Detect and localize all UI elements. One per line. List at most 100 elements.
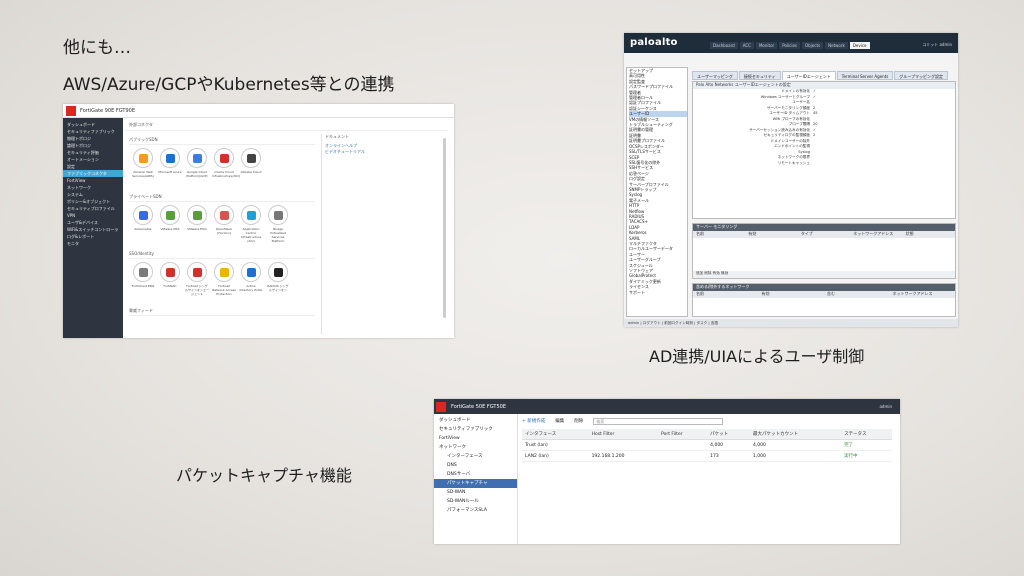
tab-objects[interactable]: Objects [801,42,824,49]
column-header: 有効 [761,291,770,296]
sidebar-item[interactable]: VPN [63,212,123,219]
userid-tab[interactable]: ユーザーIDエージェント [781,71,836,80]
column-header[interactable]: パケット [707,429,750,440]
connector-card[interactable]: Application Centric Infrastructure (ACI) [239,205,263,245]
tab-monitor[interactable]: Monitor [755,42,778,49]
connector-card[interactable]: Fortinet Network Access Protection [212,262,236,302]
create-new-button[interactable]: + 新規作成 [522,418,545,424]
s2-main-tabs: Dashboard ACC Monitor Policies Objects Networ… [710,42,870,49]
sidebar-item[interactable]: パフォーマンスSLA [434,506,517,515]
connector-card[interactable]: Active Directory Poller [239,262,263,302]
connector-label: Nuage Virtualized Services Platform [270,227,286,243]
tab-network[interactable]: Network [825,42,848,49]
capture-table-body: Trust (lan) 4,000 4,000 完了 LAN2 (lan) 192.168… [522,439,892,462]
sidebar-item[interactable]: DNS [434,461,517,470]
sidebar-item[interactable]: 論理トポロジ [63,142,123,149]
userid-tab[interactable]: Terminal Server Agents [836,71,894,80]
s2-sec2-columns: 名前 有効 含む ネットワークアドレス [693,291,955,298]
connector-logo-icon [192,153,202,163]
connector-label: RADIUS シングルサインオン [267,284,289,292]
sidebar-item[interactable]: ファブリックコネクタ [63,170,123,177]
video-tutorial-link[interactable]: ビデオチュートリアル [325,149,445,155]
sidebar-item[interactable]: SD-WANルール [434,497,517,506]
s2-sec1-footer[interactable]: 追加 削除 有効 無効 [693,271,955,278]
connector-label: Active Directory Poller [239,284,263,292]
sidebar-item[interactable]: 物理トポロジ [63,135,123,142]
connector-card[interactable]: Alibaba Cloud [239,148,263,188]
userid-tab[interactable]: 接続セキュリティ [738,71,781,80]
sidebar-item[interactable]: ダッシュボード [63,121,123,128]
setting-value: 45 [813,111,818,115]
connector-card[interactable]: Kubernetes [131,205,155,245]
sidebar-item[interactable]: モニタ [63,240,123,247]
sidebar-item[interactable]: DNSサーバ [434,470,517,479]
connector-label: VMware ESXi [187,227,207,231]
sidebar-item[interactable]: システム [63,191,123,198]
column-header[interactable]: インタフェース [522,429,589,440]
connector-card[interactable]: RADIUS シングルサインオン [266,262,290,302]
fortinet-logo-icon [436,401,446,412]
userid-tab[interactable]: ユーザーマッピング [692,71,738,80]
sidebar-item[interactable]: WiFi&スイッチコントローラ [63,226,123,233]
sidebar-item[interactable]: ログ&レポート [63,233,123,240]
s1-scrollbar[interactable] [443,138,446,318]
sidebar-item[interactable]: ネットワーク [434,443,517,452]
connector-card[interactable]: VMware NSX [158,205,182,245]
column-header[interactable]: Host Filter [588,429,659,440]
edit-button[interactable]: 編集 [555,418,564,424]
group-threat-feed: 脅威フィード [129,308,315,316]
userid-tab[interactable]: グループマッピング設定 [894,71,949,80]
tree-item[interactable]: サポート [629,290,687,295]
tab-policies[interactable]: Policies [779,42,800,49]
connector-card[interactable]: VMware ESXi [185,205,209,245]
search-input[interactable]: 検索 [593,417,724,425]
sidebar-item[interactable]: インターフェース [434,452,517,461]
column-header: ネットワークアドレス [892,291,933,296]
s3-user[interactable]: admin [879,404,892,409]
s2-top-right[interactable]: コミット admin [922,42,952,48]
sidebar-item[interactable]: セキュリティ評価 [63,149,123,156]
connector-label: Amazon Web Services(AWS) [132,170,154,178]
connector-label: VMware NSX [160,227,180,231]
connector-card[interactable]: Nuage Virtualized Services Platform [266,205,290,245]
sidebar-item[interactable]: FortiView [63,177,123,184]
s2-include-exclude: 含める/除外するネットワーク 名前 有効 含む ネットワークアドレス [692,283,956,317]
connector-card[interactable]: Fortinet シングルサインオンエージェント [185,262,209,302]
column-header[interactable]: 最大パケットカウント [750,429,842,440]
connector-card[interactable]: FortiClient EMS [131,262,155,302]
connector-card[interactable]: OpenStack (Horizon) [212,205,236,245]
connector-icon [187,148,207,168]
table-row[interactable]: Trust (lan) 4,000 4,000 完了 [522,439,892,451]
tab-device[interactable]: Device [849,42,870,49]
connector-card[interactable]: Microsoft Azure [158,148,182,188]
sidebar-item[interactable]: SD-WAN [434,488,517,497]
delete-button[interactable]: 削除 [574,418,583,424]
sidebar-item[interactable]: パケットキャプチャ [434,479,517,488]
group-sso: SSO/Identity [129,251,315,259]
connector-label: Fortinet Network Access Protection [212,284,236,296]
connector-card[interactable]: Oracle Cloud Infrastructure(OCI) [212,148,240,188]
s2-userid-tabs: ユーザーマッピング 接続セキュリティ ユーザーIDエージェント Terminal Se… [692,71,956,80]
sidebar-item[interactable]: セキュリティプロファイル [63,205,123,212]
column-header[interactable]: Port Filter [658,429,708,440]
sidebar-item[interactable]: セキュリティファブリック [63,128,123,135]
sidebar-item[interactable]: ネットワーク [63,184,123,191]
connector-card[interactable]: FortiNAC [158,262,182,302]
sidebar-item[interactable]: ポリシー&オブジェクト [63,198,123,205]
table-row[interactable]: LAN2 (lan) 192.168.1.200 173 1,000 実行中 [522,450,892,462]
tab-acc[interactable]: ACC [739,42,754,49]
cell-interface: Trust (lan) [522,439,589,451]
connector-card[interactable]: Amazon Web Services(AWS) [131,148,155,188]
tab-dashboard[interactable]: Dashboard [710,42,738,49]
sidebar-item[interactable]: ユーザ&デバイス [63,219,123,226]
sidebar-item[interactable]: オートメーション [63,156,123,163]
sidebar-item[interactable]: FortiView [434,434,517,443]
sidebar-item[interactable]: 設定 [63,163,123,170]
sidebar-item[interactable]: セキュリティファブリック [434,425,517,434]
connector-card[interactable]: Google Cloud Platform(GCP) [185,148,209,188]
sidebar-item[interactable]: ダッシュボード [434,416,517,425]
column-header[interactable]: ステータス [841,429,892,440]
connector-label: Kubernetes [134,227,152,231]
connector-icon [241,205,261,225]
column-header: 名前 [696,231,704,236]
